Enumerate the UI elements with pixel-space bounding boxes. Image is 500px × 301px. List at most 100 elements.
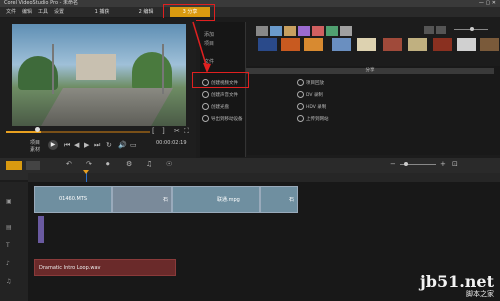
disc-icon (202, 103, 209, 110)
hdv-record-button[interactable]: HDV 录制 (297, 103, 326, 110)
hdv-record-label: HDV 录制 (306, 105, 327, 110)
thumb-view-icon[interactable] (436, 26, 446, 34)
scrub-handle[interactable] (35, 127, 40, 132)
clip-label: 石 (163, 197, 169, 203)
zoom-slider-handle[interactable] (404, 162, 408, 166)
library-thumb[interactable] (258, 38, 277, 51)
clip-label: 01460.MTS (59, 196, 88, 202)
record-icon[interactable]: ⏺ (106, 160, 110, 169)
mark-out-icon[interactable]: ] (162, 127, 165, 135)
menu-file[interactable]: 文件 (6, 7, 16, 17)
timeline-clip[interactable]: 01460.MTS (34, 186, 112, 213)
create-disc-label: 创建光盘 (211, 105, 229, 110)
forward-icon[interactable]: ▶ (84, 141, 89, 149)
library-thumb[interactable] (383, 38, 402, 51)
menu-tools[interactable]: 工具 (38, 7, 48, 17)
video-track-icon[interactable]: ▣ (6, 198, 12, 205)
overlay-clip[interactable] (38, 216, 44, 243)
hdv-icon (297, 103, 304, 110)
menu-settings[interactable]: 设置 (54, 7, 64, 17)
clip-label: 联通.mpg (217, 197, 240, 203)
library-thumb[interactable] (433, 38, 452, 51)
watermark-sub: 脚本之家 (466, 290, 494, 298)
title-track-icon[interactable]: T (6, 242, 10, 249)
timeline-clip[interactable]: 联通.mpg (172, 186, 260, 213)
storyboard-view-icon[interactable] (6, 161, 22, 170)
volume-icon[interactable]: 🔊 (118, 141, 127, 149)
export-mobile-label: 导出到移动设备 (211, 117, 243, 122)
cut-icon[interactable]: ✂ (174, 127, 180, 135)
auto-music-icon[interactable]: ♫ (146, 160, 152, 168)
title-icon[interactable] (312, 26, 324, 36)
tab-edit[interactable]: 2 编辑 (126, 7, 166, 17)
library-thumb[interactable] (332, 38, 351, 51)
share-header: 分享 (246, 68, 494, 74)
project-playback-button[interactable]: 项目回放 (297, 79, 324, 86)
track-headers: ▣ ▤ T ♪ ♫ (0, 182, 29, 301)
project-playback-label: 项目回放 (306, 81, 324, 86)
redo-icon[interactable]: ↷ (86, 160, 92, 168)
tab-capture-label: 捕获 (99, 9, 110, 15)
audio-file-icon (202, 91, 209, 98)
filter-icon[interactable] (340, 26, 352, 36)
audio-clip[interactable]: Dramatic Intro Loop.wav (34, 259, 176, 276)
window-controls[interactable]: — ▢ ✕ (479, 0, 496, 7)
overlay-track-icon[interactable]: ▤ (6, 224, 12, 231)
motion-icon[interactable]: ☉ (166, 160, 172, 168)
menu-edit[interactable]: 编辑 (22, 7, 32, 17)
zoom-out-icon[interactable]: − (390, 160, 396, 168)
fit-project-icon[interactable]: ⊡ (452, 160, 458, 168)
menu-bar: 文件 编辑 工具 设置 (0, 7, 500, 17)
library-thumb[interactable] (457, 38, 476, 51)
media-icon[interactable] (270, 26, 282, 36)
screen-icon[interactable]: ▭ (130, 141, 137, 149)
music-track-icon[interactable]: ♫ (6, 278, 11, 285)
timecode-display[interactable]: 00:00:02:19 (156, 140, 187, 146)
library-thumb[interactable] (281, 38, 300, 51)
mode-clip-label[interactable]: 素材 (30, 146, 40, 153)
tab-capture[interactable]: 1 捕获 (82, 7, 122, 17)
clip-label: 石 (289, 197, 295, 203)
title-bar: Corel VideoStudio Pro - 未命名 — ▢ ✕ (0, 0, 500, 7)
tab-edit-label: 编辑 (143, 9, 154, 15)
next-icon[interactable]: ⏭ (94, 141, 100, 150)
create-audio-file-label: 创建声音文件 (211, 93, 238, 98)
timeline-clip[interactable]: 石 (260, 186, 298, 213)
previous-icon[interactable]: ⏮ (64, 141, 70, 150)
timeline-ruler[interactable] (28, 173, 500, 182)
library-thumb[interactable] (304, 38, 323, 51)
library-thumb[interactable] (480, 38, 499, 51)
playhead-marker[interactable] (83, 170, 89, 174)
folder-icon[interactable] (256, 26, 268, 36)
timeline-view-icon[interactable] (26, 161, 40, 170)
mark-in-icon[interactable]: [ (152, 127, 155, 135)
enlarge-icon[interactable]: ⛶ (184, 127, 189, 136)
library-thumb[interactable] (357, 38, 376, 51)
create-disc-button[interactable]: 创建光盘 (202, 103, 229, 110)
mode-project-label[interactable]: 项目 (30, 139, 40, 146)
graphic-icon[interactable] (326, 26, 338, 36)
export-mobile-button[interactable]: 导出到移动设备 (202, 115, 243, 122)
voice-track-icon[interactable]: ♪ (6, 260, 10, 267)
dv-record-button[interactable]: DV 录制 (297, 91, 323, 98)
instant-project-icon[interactable] (284, 26, 296, 36)
zoom-in-icon[interactable]: + (440, 160, 446, 168)
dv-icon (297, 91, 304, 98)
timeline-clip[interactable]: 石 (112, 186, 172, 213)
mixer-icon[interactable]: ⚙ (126, 160, 132, 168)
playback-icon (297, 79, 304, 86)
audio-clip-label: Dramatic Intro Loop.wav (39, 265, 101, 271)
list-view-icon[interactable] (424, 26, 434, 34)
upload-web-button[interactable]: 上传到网站 (297, 115, 329, 122)
transition-icon[interactable] (298, 26, 310, 36)
rewind-icon[interactable]: ◀ (74, 141, 79, 149)
undo-icon[interactable]: ↶ (66, 160, 72, 168)
library-thumb[interactable] (408, 38, 427, 51)
mobile-icon (202, 115, 209, 122)
thumb-size-handle[interactable] (470, 27, 474, 31)
play-icon[interactable]: ▶ (48, 140, 58, 150)
create-audio-file-button[interactable]: 创建声音文件 (202, 91, 238, 98)
repeat-icon[interactable]: ↻ (106, 141, 112, 149)
share-panel (247, 66, 500, 155)
arrow-annotation (192, 21, 211, 73)
